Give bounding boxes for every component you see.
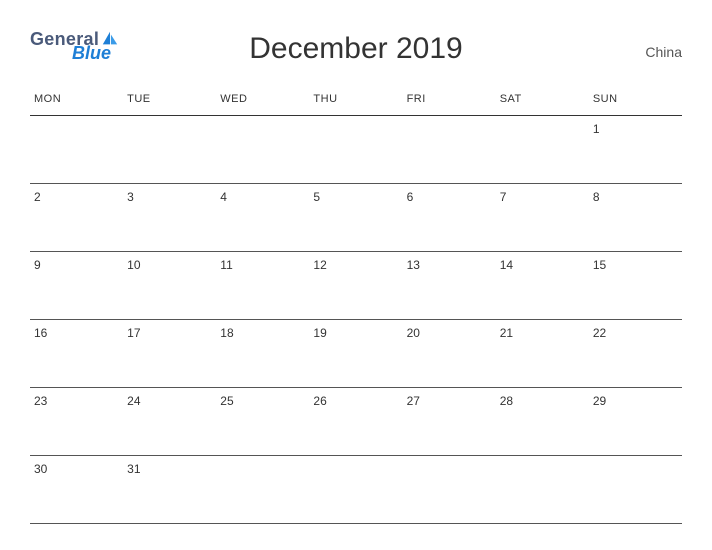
calendar-day: 7 <box>496 184 589 252</box>
calendar-day: 3 <box>123 184 216 252</box>
calendar-week: 2 3 4 5 6 7 8 <box>30 184 682 252</box>
calendar-day: 18 <box>216 320 309 388</box>
calendar-day: 13 <box>403 252 496 320</box>
calendar-day: 23 <box>30 388 123 456</box>
calendar-day: 25 <box>216 388 309 456</box>
calendar-day: 27 <box>403 388 496 456</box>
calendar-day <box>403 116 496 184</box>
calendar-day <box>216 116 309 184</box>
calendar-day <box>309 116 402 184</box>
calendar-day: 1 <box>589 116 682 184</box>
region-label: China <box>645 44 682 60</box>
calendar-day: 10 <box>123 252 216 320</box>
calendar-day <box>496 456 589 524</box>
calendar-day: 30 <box>30 456 123 524</box>
calendar-day: 9 <box>30 252 123 320</box>
calendar-week: 16 17 18 19 20 21 22 <box>30 320 682 388</box>
day-header: MON <box>30 87 123 116</box>
calendar-day: 20 <box>403 320 496 388</box>
calendar-day: 14 <box>496 252 589 320</box>
calendar-week: 30 31 <box>30 456 682 524</box>
calendar-day <box>589 456 682 524</box>
calendar-week: 23 24 25 26 27 28 29 <box>30 388 682 456</box>
calendar-day: 22 <box>589 320 682 388</box>
calendar-day <box>30 116 123 184</box>
calendar-day: 4 <box>216 184 309 252</box>
calendar-day: 11 <box>216 252 309 320</box>
calendar-day: 8 <box>589 184 682 252</box>
calendar-day: 28 <box>496 388 589 456</box>
logo-word-blue: Blue <box>72 44 119 62</box>
day-header: WED <box>216 87 309 116</box>
calendar-day: 2 <box>30 184 123 252</box>
calendar-day: 19 <box>309 320 402 388</box>
calendar-day: 5 <box>309 184 402 252</box>
calendar-day <box>216 456 309 524</box>
day-header: TUE <box>123 87 216 116</box>
calendar-day: 31 <box>123 456 216 524</box>
calendar-day: 12 <box>309 252 402 320</box>
calendar-title: December 2019 <box>249 32 462 66</box>
calendar-day <box>496 116 589 184</box>
calendar-grid: MON TUE WED THU FRI SAT SUN 1 2 3 4 5 6 … <box>30 87 682 524</box>
calendar-day: 16 <box>30 320 123 388</box>
calendar-day <box>123 116 216 184</box>
calendar-day: 26 <box>309 388 402 456</box>
calendar-day: 6 <box>403 184 496 252</box>
day-header-row: MON TUE WED THU FRI SAT SUN <box>30 87 682 116</box>
logo: General Blue <box>30 30 119 62</box>
calendar-day: 24 <box>123 388 216 456</box>
calendar-day <box>309 456 402 524</box>
calendar-day: 29 <box>589 388 682 456</box>
day-header: FRI <box>403 87 496 116</box>
calendar-header: General Blue December 2019 China <box>30 30 682 62</box>
day-header: SUN <box>589 87 682 116</box>
calendar-week: 1 <box>30 116 682 184</box>
calendar-day: 21 <box>496 320 589 388</box>
calendar-day: 17 <box>123 320 216 388</box>
calendar-day: 15 <box>589 252 682 320</box>
day-header: SAT <box>496 87 589 116</box>
day-header: THU <box>309 87 402 116</box>
calendar-week: 9 10 11 12 13 14 15 <box>30 252 682 320</box>
calendar-day <box>403 456 496 524</box>
